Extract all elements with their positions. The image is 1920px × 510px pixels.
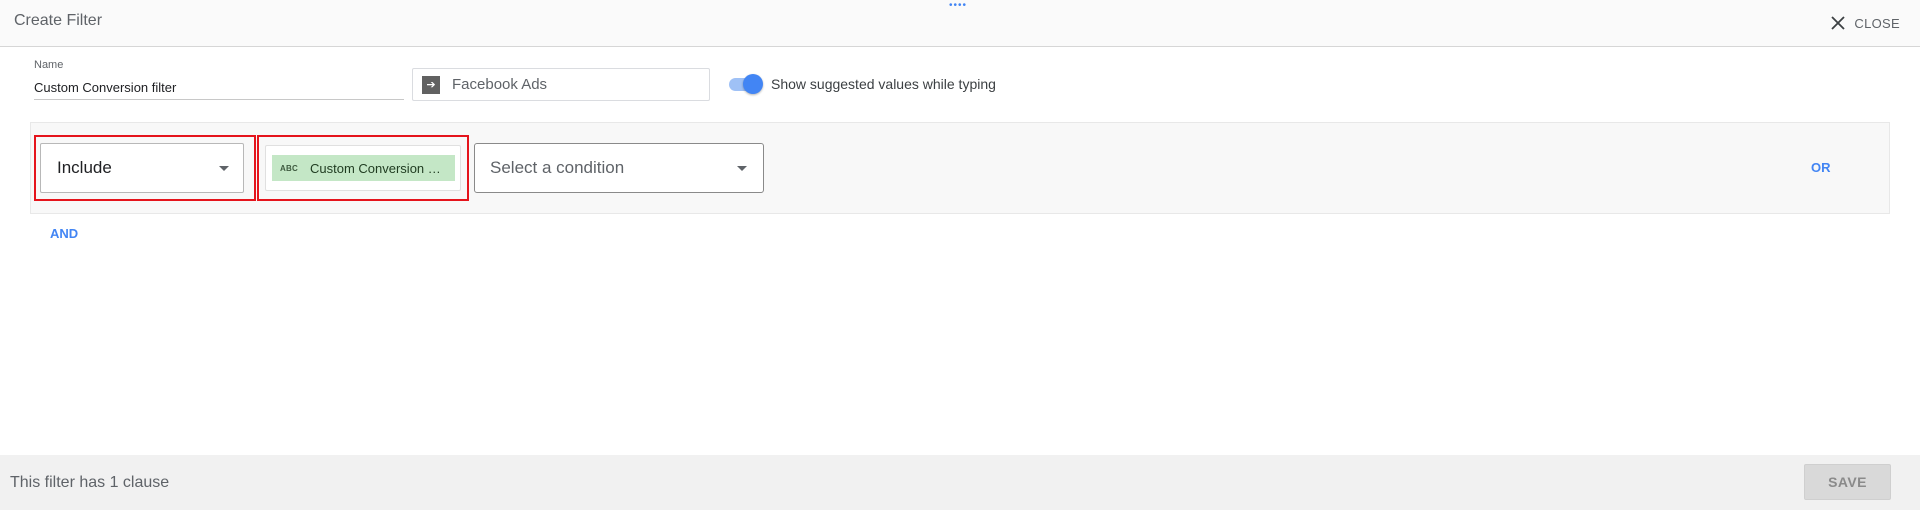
arrow-right-icon: ➔ [422,75,440,94]
suggest-values-toggle[interactable] [727,72,763,96]
data-source-name: Facebook Ads [452,76,548,93]
name-input[interactable] [34,76,404,100]
create-filter-dialog: Create Filter •••• CLOSE Name ➔ Facebook… [0,0,1920,510]
name-label: Name [34,59,64,71]
drag-handle-icon[interactable]: •••• [949,1,967,11]
condition-select[interactable]: Select a condition [474,143,764,193]
text-type-icon: ABC [280,163,298,173]
toggle-thumb [743,74,763,94]
suggest-values-toggle-group: Show suggested values while typing [727,72,996,96]
include-select-value: Include [57,158,112,177]
field-chip[interactable]: ABC Custom Conversion N... [272,155,455,181]
field-chip-label: Custom Conversion N... [310,160,446,176]
include-exclude-select[interactable]: Include [40,143,244,193]
dialog-footer: This filter has 1 clause SAVE [0,455,1920,510]
data-source-selector[interactable]: ➔ Facebook Ads [412,68,710,101]
save-button[interactable]: SAVE [1804,464,1891,500]
close-icon [1831,16,1846,30]
dropdown-arrow-icon [219,166,229,171]
close-label: CLOSE [1854,15,1900,31]
condition-select-placeholder: Select a condition [490,158,625,177]
dialog-title: Create Filter [14,12,103,29]
or-button[interactable]: OR [1811,160,1831,175]
and-button[interactable]: AND [50,226,78,241]
close-button[interactable]: CLOSE [1830,12,1900,34]
dropdown-arrow-icon [737,166,747,171]
dialog-header: Create Filter •••• CLOSE [0,0,1920,47]
clause-count-status: This filter has 1 clause [10,474,170,491]
suggest-values-label: Show suggested values while typing [771,76,996,92]
